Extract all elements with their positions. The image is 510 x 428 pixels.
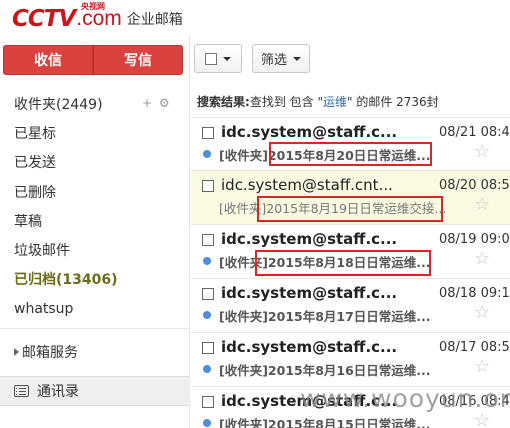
annotation-box bbox=[257, 196, 443, 222]
star-icon[interactable]: ☆ bbox=[474, 356, 490, 377]
mail-sender: idc.system@staff.c... bbox=[221, 230, 398, 248]
search-summary: 搜索结果:查找到 包含 "运维" 的邮件 2736封 bbox=[197, 93, 439, 110]
star-icon[interactable]: ☆ bbox=[474, 248, 490, 269]
mail-subject: [收件夹]2015年8月17日日常运维... bbox=[219, 309, 431, 324]
annotation-box bbox=[269, 142, 432, 166]
sidebar-item-whatsup[interactable]: whatsup bbox=[14, 299, 73, 319]
mail-subject: [收件夹]2015年8月16日日常运维... bbox=[219, 363, 431, 378]
mail-checkbox[interactable] bbox=[202, 234, 214, 246]
write-button[interactable]: 写信 bbox=[93, 45, 183, 75]
compose-button-group: 收信 写信 bbox=[3, 45, 183, 75]
mail-checkbox[interactable] bbox=[202, 288, 214, 300]
mail-sender: idc.system@staff.c... bbox=[221, 123, 398, 141]
mail-checkbox[interactable] bbox=[202, 342, 214, 354]
unread-dot-icon bbox=[203, 311, 211, 319]
mail-date: 08/21 08:42 bbox=[439, 125, 510, 140]
star-icon[interactable]: ☆ bbox=[474, 194, 490, 215]
sidebar-item-inbox[interactable]: 收件夹(2449) bbox=[14, 95, 103, 115]
sidebar-item-archived[interactable]: 已归档(13406) bbox=[14, 270, 118, 290]
mail-subject: [收件夹]2015年8月15日日常运维... bbox=[219, 417, 431, 428]
unread-dot-icon bbox=[203, 365, 211, 373]
folder-tools: + ⚙ bbox=[142, 96, 170, 110]
star-icon[interactable]: ☆ bbox=[474, 141, 490, 162]
select-all-dropdown[interactable] bbox=[194, 44, 242, 73]
logo-cctv-text: CCTV bbox=[12, 6, 76, 32]
sidebar-item-spam[interactable]: 垃圾邮件 bbox=[14, 241, 70, 261]
mail-sender: idc.system@staff.c... bbox=[221, 338, 398, 356]
search-keyword: 运维 bbox=[322, 95, 347, 109]
star-icon[interactable]: ☆ bbox=[474, 302, 490, 323]
sidebar-item-drafts[interactable]: 草稿 bbox=[14, 212, 42, 232]
chevron-down-icon bbox=[293, 56, 301, 61]
select-all-checkbox-icon bbox=[205, 52, 217, 65]
mailbox-service-toggle[interactable]: 邮箱服务 bbox=[14, 343, 78, 363]
search-summary-text1: 查找到 包含 " bbox=[249, 95, 323, 109]
mail-date: 08/18 09:13 bbox=[439, 286, 510, 301]
search-summary-text2: " 的邮件 2736封 bbox=[346, 95, 439, 109]
mailbox-service-label: 邮箱服务 bbox=[22, 345, 78, 361]
folder-settings-icon[interactable]: ⚙ bbox=[159, 96, 170, 110]
receive-button[interactable]: 收信 bbox=[3, 45, 93, 75]
add-folder-icon[interactable]: + bbox=[142, 96, 152, 110]
logo-cn-text: 央视网 bbox=[81, 2, 105, 11]
chevron-down-icon bbox=[223, 56, 231, 61]
filter-dropdown[interactable]: 筛选 bbox=[252, 44, 310, 73]
sidebar-item-sent[interactable]: 已发送 bbox=[14, 153, 56, 173]
annotation-box bbox=[255, 250, 431, 276]
contacts-button[interactable]: 通讯录 bbox=[0, 376, 190, 406]
mail-date: 08/17 08:56 bbox=[439, 340, 510, 355]
mail-sender: idc.system@staff.cnt... bbox=[221, 176, 393, 194]
mail-checkbox[interactable] bbox=[202, 180, 214, 192]
contacts-list-icon bbox=[14, 385, 29, 397]
watermark-text: www.wooyun.org bbox=[300, 384, 510, 413]
mail-date: 08/19 09:07 bbox=[439, 232, 510, 247]
sidebar-item-starred[interactable]: 已星标 bbox=[14, 124, 56, 144]
mail-sender: idc.system@staff.c... bbox=[221, 284, 398, 302]
sidebar-item-deleted[interactable]: 已删除 bbox=[14, 183, 56, 203]
unread-dot-icon bbox=[203, 150, 211, 158]
sidebar-divider bbox=[0, 328, 190, 329]
mail-row[interactable]: idc.system@staff.c... 08/17 08:56 [收件夹]2… bbox=[191, 333, 510, 387]
mail-row[interactable]: idc.system@staff.c... 08/18 09:13 [收件夹]2… bbox=[191, 279, 510, 333]
unread-dot-icon bbox=[203, 257, 211, 265]
filter-label: 筛选 bbox=[260, 53, 287, 68]
contacts-label: 通讯录 bbox=[37, 384, 79, 400]
app-header: CCTV 央视网 .com 企业邮箱 bbox=[0, 0, 510, 36]
mail-checkbox[interactable] bbox=[202, 396, 214, 408]
mail-checkbox[interactable] bbox=[202, 127, 214, 139]
logo-subtitle: 企业邮箱 bbox=[126, 12, 183, 28]
search-summary-prefix: 搜索结果: bbox=[197, 95, 250, 109]
mail-date: 08/20 08:58 bbox=[439, 178, 510, 193]
expand-arrow-icon bbox=[14, 348, 19, 356]
unread-dot-icon bbox=[203, 419, 211, 427]
cctv-logo[interactable]: CCTV 央视网 .com 企业邮箱 bbox=[12, 2, 183, 32]
sidebar: 收信 写信 + ⚙ 收件夹(2449) 已星标 已发送 已删除 草稿 垃圾邮件 … bbox=[0, 36, 190, 428]
